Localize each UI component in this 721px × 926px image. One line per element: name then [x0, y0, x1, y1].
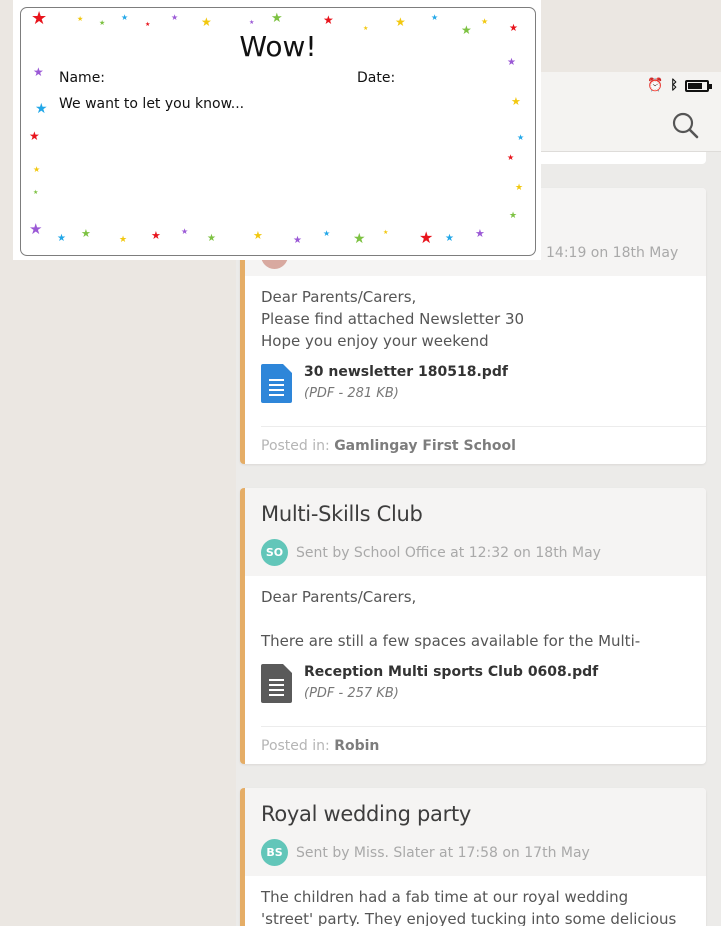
star-icon: ★: [201, 15, 212, 29]
posted-in-group[interactable]: Gamlingay First School: [334, 438, 516, 454]
body-line: The children had a fab time at our royal…: [261, 888, 629, 906]
star-icon: ★: [481, 17, 489, 26]
post-meta: Sent by Miss. Slater at 17:58 on 17th Ma…: [296, 844, 590, 861]
star-icon: ★: [171, 13, 179, 22]
post-card[interactable]: Multi-Skills Club SO Sent by School Offi…: [240, 488, 706, 764]
body-line: Dear Parents/Carers,: [261, 588, 417, 606]
star-icon: ★: [515, 183, 524, 193]
star-icon: ★: [77, 15, 84, 23]
search-button[interactable]: [669, 108, 703, 142]
star-icon: ★: [509, 211, 518, 221]
document-file-icon: [261, 663, 292, 703]
alarm-icon: ⏰: [647, 78, 664, 93]
posted-in-group[interactable]: Robin: [334, 738, 379, 754]
star-icon: ★: [461, 23, 472, 37]
attachment-link[interactable]: 30 newsletter 180518.pdf (PDF - 281 KB): [261, 361, 690, 405]
post-meta: Sent by School Office at 12:32 on 18th M…: [296, 544, 601, 561]
certificate-title: Wow!: [239, 30, 317, 63]
attachment-name: 30 newsletter 180518.pdf: [304, 364, 508, 380]
post-title: Royal wedding party: [261, 802, 472, 826]
star-icon: ★: [507, 153, 515, 162]
star-icon: ★: [57, 233, 66, 244]
star-icon: ★: [271, 11, 283, 26]
attachment-size: (PDF - 281 KB): [304, 386, 399, 401]
star-icon: ★: [181, 227, 189, 236]
star-icon: ★: [81, 227, 91, 240]
star-icon: ★: [395, 15, 406, 29]
post-footer: Posted in: Gamlingay First School: [261, 426, 706, 464]
post-header: Multi-Skills Club SO Sent by School Offi…: [245, 488, 706, 576]
star-icon: ★: [507, 57, 516, 68]
wow-certificate: Wow! Name: Date: We want to let you know…: [13, 0, 541, 260]
body-line: 'street' party. They enjoyed tucking int…: [261, 910, 677, 926]
star-icon: ★: [29, 220, 43, 238]
body-line: Dear Parents/Carers,: [261, 288, 417, 306]
star-icon: ★: [151, 229, 161, 242]
star-icon: ★: [249, 19, 255, 26]
attachment-name: Reception Multi sports Club 0608.pdf: [304, 664, 599, 680]
star-icon: ★: [383, 229, 389, 236]
star-icon: ★: [517, 133, 525, 142]
star-icon: ★: [35, 101, 48, 117]
post-meta: 14:19 on 18th May: [546, 245, 679, 261]
star-icon: ★: [323, 229, 331, 238]
star-icon: ★: [33, 189, 39, 196]
star-icon: ★: [323, 13, 334, 27]
attachment-link[interactable]: Reception Multi sports Club 0608.pdf (PD…: [261, 661, 690, 705]
battery-icon: [685, 79, 712, 92]
search-icon: [672, 112, 699, 139]
sender-avatar: SO: [261, 539, 288, 566]
body-line: [261, 608, 690, 630]
post-header: Royal wedding party BS Sent by Miss. Sla…: [245, 788, 706, 876]
post-footer: Posted in: Robin: [261, 726, 706, 764]
star-icon: ★: [253, 229, 263, 242]
posted-in-label: Posted in:: [261, 738, 330, 754]
name-label: Name:: [59, 70, 106, 86]
attachment-size: (PDF - 257 KB): [304, 686, 399, 701]
sender-avatar: BS: [261, 839, 288, 866]
date-label: Date:: [357, 70, 396, 86]
certificate-message: We want to let you know...: [59, 96, 245, 112]
post-body: Dear Parents/Carers, Please find attache…: [245, 276, 706, 405]
star-icon: ★: [475, 227, 485, 240]
star-icon: ★: [363, 25, 369, 32]
post-title: Multi-Skills Club: [261, 502, 423, 526]
star-icon: ★: [353, 231, 366, 247]
star-icon: ★: [509, 23, 518, 34]
star-icon: ★: [99, 19, 106, 27]
star-icon: ★: [145, 21, 151, 28]
star-icon: ★: [29, 129, 40, 143]
star-icon: ★: [207, 233, 216, 244]
star-icon: ★: [419, 228, 434, 247]
posted-in-label: Posted in:: [261, 438, 330, 454]
star-icon: ★: [119, 235, 128, 245]
post-body: The children had a fab time at our royal…: [245, 876, 706, 926]
star-icon: ★: [121, 13, 129, 22]
star-icon: ★: [445, 233, 454, 244]
post-card[interactable]: Royal wedding party BS Sent by Miss. Sla…: [240, 788, 706, 926]
star-icon: ★: [33, 65, 44, 79]
star-icon: ★: [511, 95, 521, 108]
body-line: Please find attached Newsletter 30: [261, 310, 525, 328]
bluetooth-icon: ᛒ: [670, 78, 678, 93]
star-icon: ★: [31, 8, 48, 29]
star-icon: ★: [293, 235, 302, 246]
post-body: Dear Parents/Carers, There are still a f…: [245, 576, 706, 705]
body-line: Hope you enjoy your weekend: [261, 332, 489, 350]
certificate-frame: Wow! Name: Date: We want to let you know…: [20, 7, 536, 256]
star-icon: ★: [431, 13, 439, 22]
star-icon: ★: [33, 165, 41, 174]
pdf-file-icon: [261, 363, 292, 403]
body-line: There are still a few spaces available f…: [261, 632, 641, 650]
